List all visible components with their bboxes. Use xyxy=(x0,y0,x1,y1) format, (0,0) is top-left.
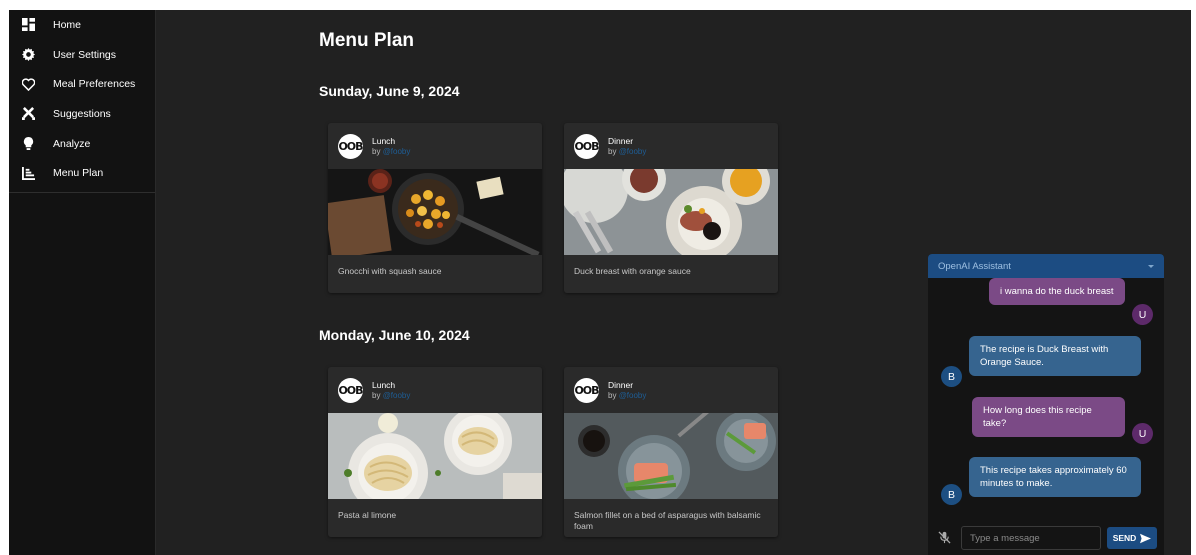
chat-message-user: How long does this recipe take? xyxy=(972,397,1125,437)
gear-icon xyxy=(21,48,35,62)
chat-title: OpenAI Assistant xyxy=(938,260,1011,272)
chat-header[interactable]: OpenAI Assistant xyxy=(928,254,1164,278)
sidebar-item-user-settings[interactable]: User Settings xyxy=(9,40,155,70)
message-input[interactable] xyxy=(961,526,1101,550)
send-button[interactable]: SEND xyxy=(1107,527,1157,549)
card-header: OOB Dinner by @fooby xyxy=(564,123,778,169)
page-title: Menu Plan xyxy=(319,30,415,51)
user-avatar: U xyxy=(1132,423,1153,444)
sidebar-item-analyze[interactable]: Analyze xyxy=(9,129,155,159)
author-avatar: OOB xyxy=(574,377,599,403)
meal-image xyxy=(328,407,542,513)
meal-card[interactable]: OOB Dinner by @fooby xyxy=(564,123,778,293)
meal-card[interactable]: OOB Dinner by @fooby xyxy=(564,367,778,537)
card-header: OOB Lunch by @fooby xyxy=(328,123,542,169)
author-avatar: OOB xyxy=(338,377,363,403)
card-header: OOB Lunch by @fooby xyxy=(328,367,542,413)
heart-icon xyxy=(21,77,35,91)
sidebar-item-label: Suggestions xyxy=(53,107,111,120)
chat-message-user: i wanna do the duck breast xyxy=(989,278,1125,305)
meal-card[interactable]: OOB Lunch by @fooby xyxy=(328,123,542,293)
meal-name: Duck breast with orange sauce xyxy=(574,266,691,276)
author-line: by @fooby xyxy=(608,390,647,400)
sidebar-item-label: User Settings xyxy=(53,48,117,61)
author-link[interactable]: @fooby xyxy=(619,147,647,156)
chat-message-bot: The recipe is Duck Breast with Orange Sa… xyxy=(969,336,1141,376)
sidebar-item-menu-plan[interactable]: Menu Plan xyxy=(9,158,155,188)
sidebar-item-label: Menu Plan xyxy=(53,167,104,180)
sidebar-item-label: Meal Preferences xyxy=(53,78,136,91)
author-line: by @fooby xyxy=(372,146,411,156)
assistant-chat-widget: OpenAI Assistant i wanna do the duck bre… xyxy=(928,254,1164,555)
author-link[interactable]: @fooby xyxy=(383,147,411,156)
meal-card[interactable]: OOB Lunch by @fooby xyxy=(328,367,542,537)
author-avatar: OOB xyxy=(338,133,363,159)
chat-input-row: SEND xyxy=(928,521,1164,555)
author-link[interactable]: @fooby xyxy=(619,391,647,400)
meal-name: Gnocchi with squash sauce xyxy=(338,266,442,276)
meal-name: Salmon fillet on a bed of asparagus with… xyxy=(574,510,761,531)
dashboard-icon xyxy=(21,18,35,32)
sidebar-nav: Home User Settings Meal Preferences Sugg… xyxy=(9,10,155,193)
bot-avatar: B xyxy=(941,366,962,387)
meal-type: Dinner xyxy=(608,135,634,146)
lightbulb-icon xyxy=(21,137,35,151)
sidebar-item-label: Home xyxy=(53,18,82,31)
meal-name: Pasta al limone xyxy=(338,510,397,520)
meal-type: Lunch xyxy=(372,135,396,146)
sidebar: Home User Settings Meal Preferences Sugg… xyxy=(9,10,156,555)
bot-avatar: B xyxy=(941,484,962,505)
sidebar-item-suggestions[interactable]: Suggestions xyxy=(9,99,155,129)
author-line: by @fooby xyxy=(372,390,411,400)
sidebar-item-label: Analyze xyxy=(53,137,91,150)
meal-image xyxy=(564,155,778,262)
app-window: Home User Settings Meal Preferences Sugg… xyxy=(9,10,1191,555)
chevron-down-icon[interactable] xyxy=(1148,264,1154,268)
meal-image xyxy=(564,408,778,507)
meal-type: Lunch xyxy=(372,379,396,390)
user-avatar: U xyxy=(1132,304,1153,325)
microphone-off-icon[interactable] xyxy=(938,531,952,545)
send-icon xyxy=(1140,533,1152,543)
send-label: SEND xyxy=(1112,533,1137,543)
meal-type: Dinner xyxy=(608,379,634,390)
author-line: by @fooby xyxy=(608,146,647,156)
utensils-icon xyxy=(21,107,35,121)
meal-image xyxy=(328,169,542,259)
chat-message-bot: This recipe takes approximately 60 minut… xyxy=(969,457,1141,497)
day-heading: Monday, June 10, 2024 xyxy=(319,327,470,343)
card-header: OOB Dinner by @fooby xyxy=(564,367,778,413)
sidebar-item-meal-preferences[interactable]: Meal Preferences xyxy=(9,69,155,99)
author-link[interactable]: @fooby xyxy=(383,391,411,400)
day-heading: Sunday, June 9, 2024 xyxy=(319,83,460,99)
sidebar-item-home[interactable]: Home xyxy=(9,10,155,40)
menu-plan-icon xyxy=(21,166,35,180)
author-avatar: OOB xyxy=(574,133,599,159)
